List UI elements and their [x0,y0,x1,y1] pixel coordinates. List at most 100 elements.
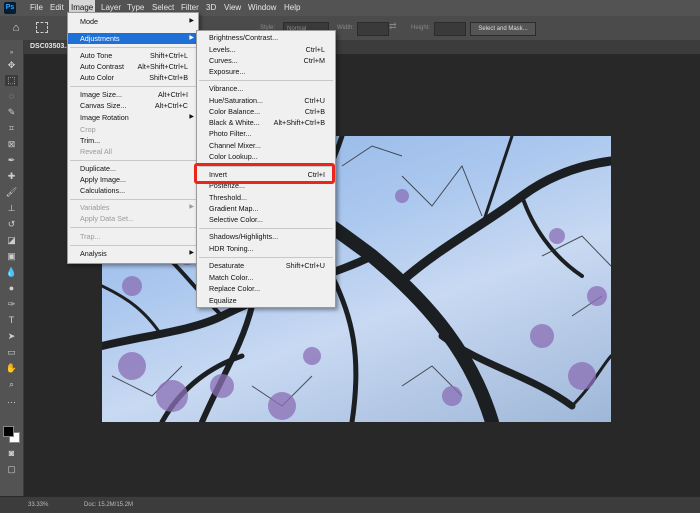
menu-item-curves[interactable]: Curves... Ctrl+M [197,55,335,66]
menu-item-label: Trim... [80,136,101,145]
menu-item-label: Curves... [209,56,238,65]
menu-separator [199,80,333,81]
marquee-icon[interactable] [36,22,48,33]
dodge-tool-icon[interactable]: ● [5,283,18,294]
height-input[interactable] [434,22,466,36]
frame-tool-icon[interactable]: ⊠ [5,139,18,150]
type-tool-icon[interactable]: T [5,315,18,326]
menu-item-variables: Variables ▶ [68,202,198,213]
menu-item-canvas-size[interactable]: Canvas Size... Alt+Ctrl+C [68,100,198,111]
menu-item-image-rotation[interactable]: Image Rotation ▶ [68,112,198,123]
menu-item-gradient-map[interactable]: Gradient Map... [197,203,335,214]
menu-item-label: Analysis [80,249,107,258]
menu-item-image-size[interactable]: Image Size... Alt+Ctrl+I [68,89,198,100]
menu-file[interactable]: File [28,0,45,16]
hand-tool-icon[interactable]: ✋ [5,363,18,374]
submenu-arrow-icon: ▶ [189,35,194,41]
width-input[interactable] [357,22,389,36]
menu-separator [70,47,196,48]
menu-item-duplicate[interactable]: Duplicate... [68,163,198,174]
stamp-tool-icon[interactable]: ⊥ [5,203,18,214]
menu-item-label: Trap... [80,232,101,241]
menu-item-replace-color[interactable]: Replace Color... [197,283,335,294]
healing-tool-icon[interactable]: ✚ [5,171,18,182]
menu-item-desaturate[interactable]: Desaturate Shift+Ctrl+U [197,260,335,271]
doc-size: Doc: 15.2M/15.2M [84,502,134,508]
swap-icon[interactable]: ⇄ [389,21,397,32]
menu-item-label: Apply Data Set... [80,214,134,223]
menu-item-auto-contrast[interactable]: Auto Contrast Alt+Shift+Ctrl+L [68,61,198,72]
menu-separator [199,257,333,258]
crop-tool-icon[interactable]: ⌗ [5,123,18,134]
menu-item-shortcut: Ctrl+M [303,56,325,65]
menu-item-apply-image[interactable]: Apply Image... [68,174,198,185]
menu-item-label: Auto Contrast [80,62,124,71]
menu-item-photo-filter[interactable]: Photo Filter... [197,128,335,139]
menu-item-black-white[interactable]: Black & White... Alt+Shift+Ctrl+B [197,117,335,128]
shape-tool-icon[interactable]: ▭ [5,347,18,358]
menu-item-trim[interactable]: Trim... [68,135,198,146]
menu-item-auto-color[interactable]: Auto Color Shift+Ctrl+B [68,72,198,83]
path-select-tool-icon[interactable]: ➤ [5,331,18,342]
more-tools-icon[interactable]: ⋯ [5,397,18,408]
menu-item-label: Image Rotation [80,113,129,122]
menu-3d[interactable]: 3D [204,0,218,16]
menu-item-match-color[interactable]: Match Color... [197,272,335,283]
lasso-tool-icon[interactable]: ◌ [5,91,18,102]
brush-tool-icon[interactable]: 🖌 [5,187,18,198]
foreground-color-swatch[interactable] [3,426,14,437]
menu-item-label: Photo Filter... [209,129,252,138]
eyedropper-tool-icon[interactable]: ✒ [5,155,18,166]
submenu-arrow-icon: ▶ [189,204,194,210]
menu-item-calculations[interactable]: Calculations... [68,185,198,196]
menu-item-vibrance[interactable]: Vibrance... [197,83,335,94]
panel-grip-icon[interactable]: » [5,48,18,59]
menu-item-label: HDR Toning... [209,244,254,253]
quick-select-tool-icon[interactable]: ✎ [5,107,18,118]
menu-item-equalize[interactable]: Equalize [197,295,335,306]
menu-item-label: Replace Color... [209,284,261,293]
menu-item-label: Mode [80,17,98,26]
move-tool-icon[interactable]: ✥ [5,60,18,71]
select-and-mask-button[interactable]: Select and Mask... [470,22,536,36]
menu-item-hue-saturation[interactable]: Hue/Saturation... Ctrl+U [197,95,335,106]
menu-item-auto-tone[interactable]: Auto Tone Shift+Ctrl+L [68,50,198,61]
menu-edit[interactable]: Edit [48,0,66,16]
document-tab[interactable]: DSC03503... [30,40,70,54]
menu-window[interactable]: Window [246,0,278,16]
menu-item-shortcut: Alt+Shift+Ctrl+L [137,62,188,71]
pen-tool-icon[interactable]: ✑ [5,299,18,310]
quick-mask-icon[interactable]: ◙ [5,448,18,459]
submenu-arrow-icon: ▶ [189,250,194,256]
menu-item-label: Brightness/Contrast... [209,33,279,42]
menu-item-threshold[interactable]: Threshold... [197,192,335,203]
menu-item-selective-color[interactable]: Selective Color... [197,214,335,225]
marquee-tool-icon[interactable]: ⬚ [5,75,18,86]
blur-tool-icon[interactable]: 💧 [5,267,18,278]
menu-item-levels[interactable]: Levels... Ctrl+L [197,44,335,55]
menu-item-exposure[interactable]: Exposure... [197,66,335,77]
home-icon[interactable]: ⌂ [9,21,23,35]
menu-item-color-balance[interactable]: Color Balance... Ctrl+B [197,106,335,117]
menu-item-mode[interactable]: Mode ▶ [68,16,198,27]
menu-item-shortcut: Shift+Ctrl+L [150,51,188,60]
menu-item-analysis[interactable]: Analysis ▶ [68,248,198,259]
menu-help[interactable]: Help [282,0,302,16]
eraser-tool-icon[interactable]: ◪ [5,235,18,246]
gradient-tool-icon[interactable]: ▣ [5,251,18,262]
menu-item-label: Auto Tone [80,51,113,60]
image-menu: Mode ▶ Adjustments ▶ Auto Tone Shift+Ctrl+L Au… [67,12,199,264]
menu-item-shortcut: Shift+Ctrl+U [285,261,325,270]
zoom-tool-icon[interactable]: ⌕ [5,379,18,390]
menu-view[interactable]: View [222,0,243,16]
menu-item-label: Gradient Map... [209,204,259,213]
menu-item-brightness-contrast[interactable]: Brightness/Contrast... [197,32,335,43]
history-brush-tool-icon[interactable]: ↺ [5,219,18,230]
zoom-level[interactable]: 33.33% [28,497,48,513]
menu-item-color-lookup[interactable]: Color Lookup... [197,151,335,162]
menu-item-channel-mixer[interactable]: Channel Mixer... [197,140,335,151]
screen-mode-icon[interactable]: ▢ [5,464,18,475]
menu-item-shadows-highlights[interactable]: Shadows/Highlights... [197,231,335,242]
menu-item-adjustments[interactable]: Adjustments ▶ [68,33,198,44]
menu-item-hdr-toning[interactable]: HDR Toning... [197,243,335,254]
